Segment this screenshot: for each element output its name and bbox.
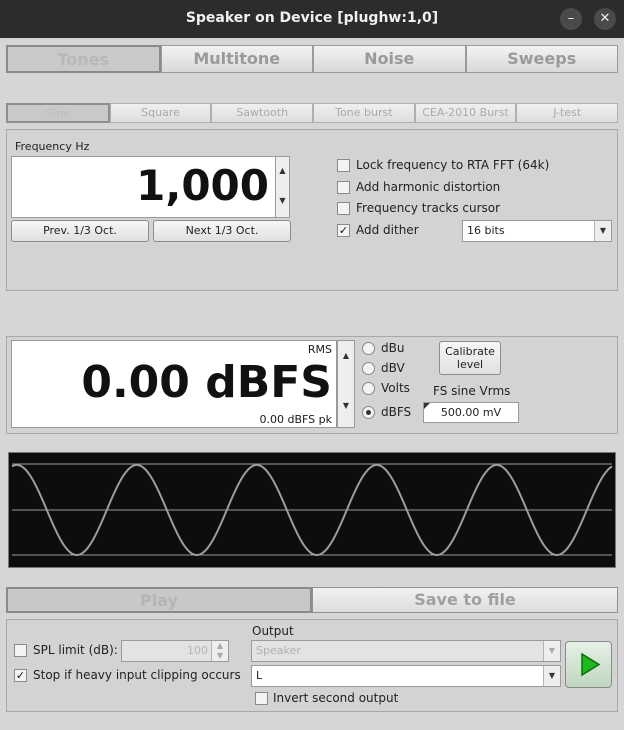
- tab-sawtooth[interactable]: Sawtooth: [211, 103, 314, 123]
- calibrate-level-button[interactable]: Calibrate level: [439, 341, 501, 375]
- invert-output-label: Invert second output: [273, 691, 399, 705]
- dither-label: Add dither: [356, 223, 419, 237]
- tab-sine[interactable]: Sine: [6, 103, 110, 123]
- level-spinner[interactable]: ▲ ▼: [337, 340, 355, 428]
- tab-save-to-file[interactable]: Save to file: [312, 587, 618, 613]
- unit-dbfs-label: dBFS: [381, 405, 412, 419]
- frequency-value: 1,000: [136, 161, 269, 210]
- waveform-tabs: Sine Square Sawtooth Tone burst CEA-2010…: [6, 103, 619, 123]
- invert-output-checkbox[interactable]: [255, 692, 268, 705]
- chevron-down-icon[interactable]: ▼: [543, 666, 560, 686]
- tab-tones[interactable]: Tones: [6, 45, 161, 73]
- corner-marker-icon: [424, 403, 430, 409]
- harmonic-distortion-label: Add harmonic distortion: [356, 180, 501, 194]
- spl-spinner-icon[interactable]: ▲ ▼: [211, 641, 228, 661]
- unit-volts-label: Volts: [381, 381, 410, 395]
- spl-limit-checkbox[interactable]: [14, 644, 27, 657]
- tab-j-test[interactable]: J-test: [516, 103, 619, 123]
- minimize-button[interactable]: –: [560, 8, 582, 30]
- unit-radio-volts[interactable]: [362, 382, 375, 395]
- spl-limit-label: SPL limit (dB):: [33, 643, 118, 657]
- output-channel-select[interactable]: L ▼: [251, 665, 561, 687]
- tab-cea-2010-burst[interactable]: CEA-2010 Burst: [414, 103, 517, 123]
- title-bar: Speaker on Device [plughw:1,0] – ✕: [0, 0, 624, 38]
- play-icon: [581, 652, 601, 677]
- peak-value: 0.00 dBFS pk: [259, 413, 332, 426]
- spl-limit-field[interactable]: 100 ▲ ▼: [121, 640, 229, 662]
- stop-clipping-checkbox[interactable]: ✓: [14, 669, 27, 682]
- waveform-plot: [11, 463, 613, 556]
- harmonic-distortion-checkbox[interactable]: [337, 181, 350, 194]
- output-device-select[interactable]: Speaker ▼: [251, 640, 561, 662]
- spin-down-icon[interactable]: ▼: [276, 187, 289, 217]
- level-value: 0.00 dBFS: [81, 357, 332, 408]
- rms-label: RMS: [307, 343, 332, 356]
- tracks-cursor-checkbox[interactable]: [337, 202, 350, 215]
- frequency-field[interactable]: 1,000: [11, 156, 276, 218]
- tab-multitone[interactable]: Multitone: [160, 45, 313, 73]
- calibrate-line-2: level: [456, 358, 484, 371]
- primary-tabs: Tones Multitone Noise Sweeps: [6, 45, 618, 73]
- output-device-value: Speaker: [256, 644, 301, 657]
- unit-radio-dbv[interactable]: [362, 362, 375, 375]
- output-label: Output: [252, 624, 294, 638]
- fs-value-field[interactable]: 500.00 mV: [423, 402, 519, 423]
- output-channel-value: L: [256, 669, 263, 682]
- unit-radio-dbu[interactable]: [362, 342, 375, 355]
- fs-value: 500.00 mV: [440, 406, 502, 419]
- lock-rta-checkbox[interactable]: [337, 159, 350, 172]
- spin-down-icon[interactable]: ▼: [338, 384, 354, 427]
- tracks-cursor-label: Frequency tracks cursor: [356, 201, 501, 215]
- unit-dbv-label: dBV: [381, 361, 405, 375]
- calibrate-line-1: Calibrate: [445, 345, 495, 358]
- close-button[interactable]: ✕: [594, 8, 616, 30]
- unit-radio-dbfs[interactable]: [362, 406, 375, 419]
- dither-bits-value: 16 bits: [467, 224, 505, 237]
- tab-tone-burst[interactable]: Tone burst: [313, 103, 415, 123]
- frequency-label: Frequency Hz: [15, 140, 90, 153]
- stop-clipping-label: Stop if heavy input clipping occurs: [33, 668, 241, 682]
- chevron-down-icon[interactable]: ▼: [543, 641, 560, 661]
- waveform-scope: [8, 452, 616, 568]
- next-third-octave-button[interactable]: Next 1/3 Oct.: [153, 220, 291, 242]
- spin-up-icon[interactable]: ▲: [338, 341, 354, 384]
- lock-rta-label: Lock frequency to RTA FFT (64k): [356, 158, 550, 172]
- tab-sweeps[interactable]: Sweeps: [465, 45, 618, 73]
- window-title: Speaker on Device [plughw:1,0]: [185, 10, 439, 26]
- fs-sine-label: FS sine Vrms: [433, 384, 511, 398]
- prev-third-octave-button[interactable]: Prev. 1/3 Oct.: [11, 220, 149, 242]
- spin-up-icon[interactable]: ▲: [276, 157, 289, 187]
- frequency-spinner[interactable]: ▲ ▼: [275, 156, 290, 218]
- level-field[interactable]: RMS 0.00 dBFS 0.00 dBFS pk: [11, 340, 337, 428]
- play-button[interactable]: [565, 641, 612, 688]
- dither-bits-select[interactable]: 16 bits ▼: [462, 220, 612, 242]
- unit-dbu-label: dBu: [381, 341, 405, 355]
- tab-play[interactable]: Play: [6, 587, 312, 613]
- dither-checkbox[interactable]: ✓: [337, 224, 350, 237]
- tab-square[interactable]: Square: [109, 103, 212, 123]
- tab-noise[interactable]: Noise: [313, 45, 466, 73]
- chevron-down-icon[interactable]: ▼: [594, 221, 611, 241]
- spl-limit-value: 100: [187, 644, 208, 657]
